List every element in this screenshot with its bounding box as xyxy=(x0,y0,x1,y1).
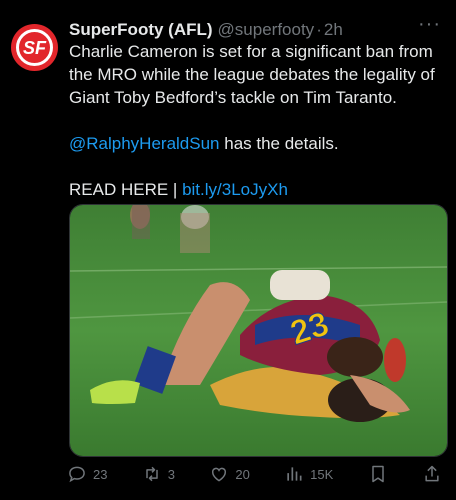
avatar[interactable]: SF xyxy=(11,24,58,71)
article-link[interactable]: bit.ly/3LoJyXh xyxy=(182,180,288,199)
like-button[interactable]: 20 xyxy=(209,464,250,484)
reply-button[interactable]: 23 xyxy=(67,464,107,484)
action-bar: 23 3 20 15K xyxy=(67,460,442,488)
author-name[interactable]: SuperFooty (AFL) xyxy=(69,20,213,40)
views-icon xyxy=(287,467,302,481)
share-icon xyxy=(425,465,439,482)
tackle-photo: 23 xyxy=(70,205,447,456)
retweet-count: 3 xyxy=(167,466,176,482)
separator-dot: · xyxy=(316,20,322,39)
mention-suffix: has the details. xyxy=(219,134,339,153)
like-icon xyxy=(212,467,227,482)
svg-text:SF: SF xyxy=(23,38,47,58)
mention-link[interactable]: @RalphyHeraldSun xyxy=(69,134,220,153)
mention-line: @RalphyHeraldSun has the details. xyxy=(69,132,449,155)
bookmark-icon xyxy=(371,465,384,483)
more-icon[interactable]: ··· xyxy=(418,13,441,36)
share-button[interactable] xyxy=(422,464,442,484)
like-count: 20 xyxy=(235,466,250,482)
bookmark-button[interactable] xyxy=(368,464,388,484)
tweet-image[interactable]: 23 xyxy=(69,204,448,457)
reply-count: 23 xyxy=(93,466,108,482)
timestamp[interactable]: 2h xyxy=(324,20,343,40)
tweet-main-text: Charlie Cameron is set for a significant… xyxy=(69,42,435,107)
tweet-text: Charlie Cameron is set for a significant… xyxy=(69,40,449,201)
reply-icon xyxy=(69,466,85,483)
read-here-label: READ HERE | xyxy=(69,180,183,199)
retweet-button[interactable]: 3 xyxy=(142,464,175,484)
views-button[interactable]: 15K xyxy=(284,464,333,484)
author-handle[interactable]: @superfooty xyxy=(218,20,315,40)
superfooty-logo: SF xyxy=(16,29,53,66)
read-here-line: READ HERE | bit.ly/3LoJyXh xyxy=(69,178,449,201)
tweet-header: SuperFooty (AFL) @superfooty · 2h xyxy=(69,19,444,41)
views-count: 15K xyxy=(310,466,334,482)
retweet-icon xyxy=(146,466,158,482)
